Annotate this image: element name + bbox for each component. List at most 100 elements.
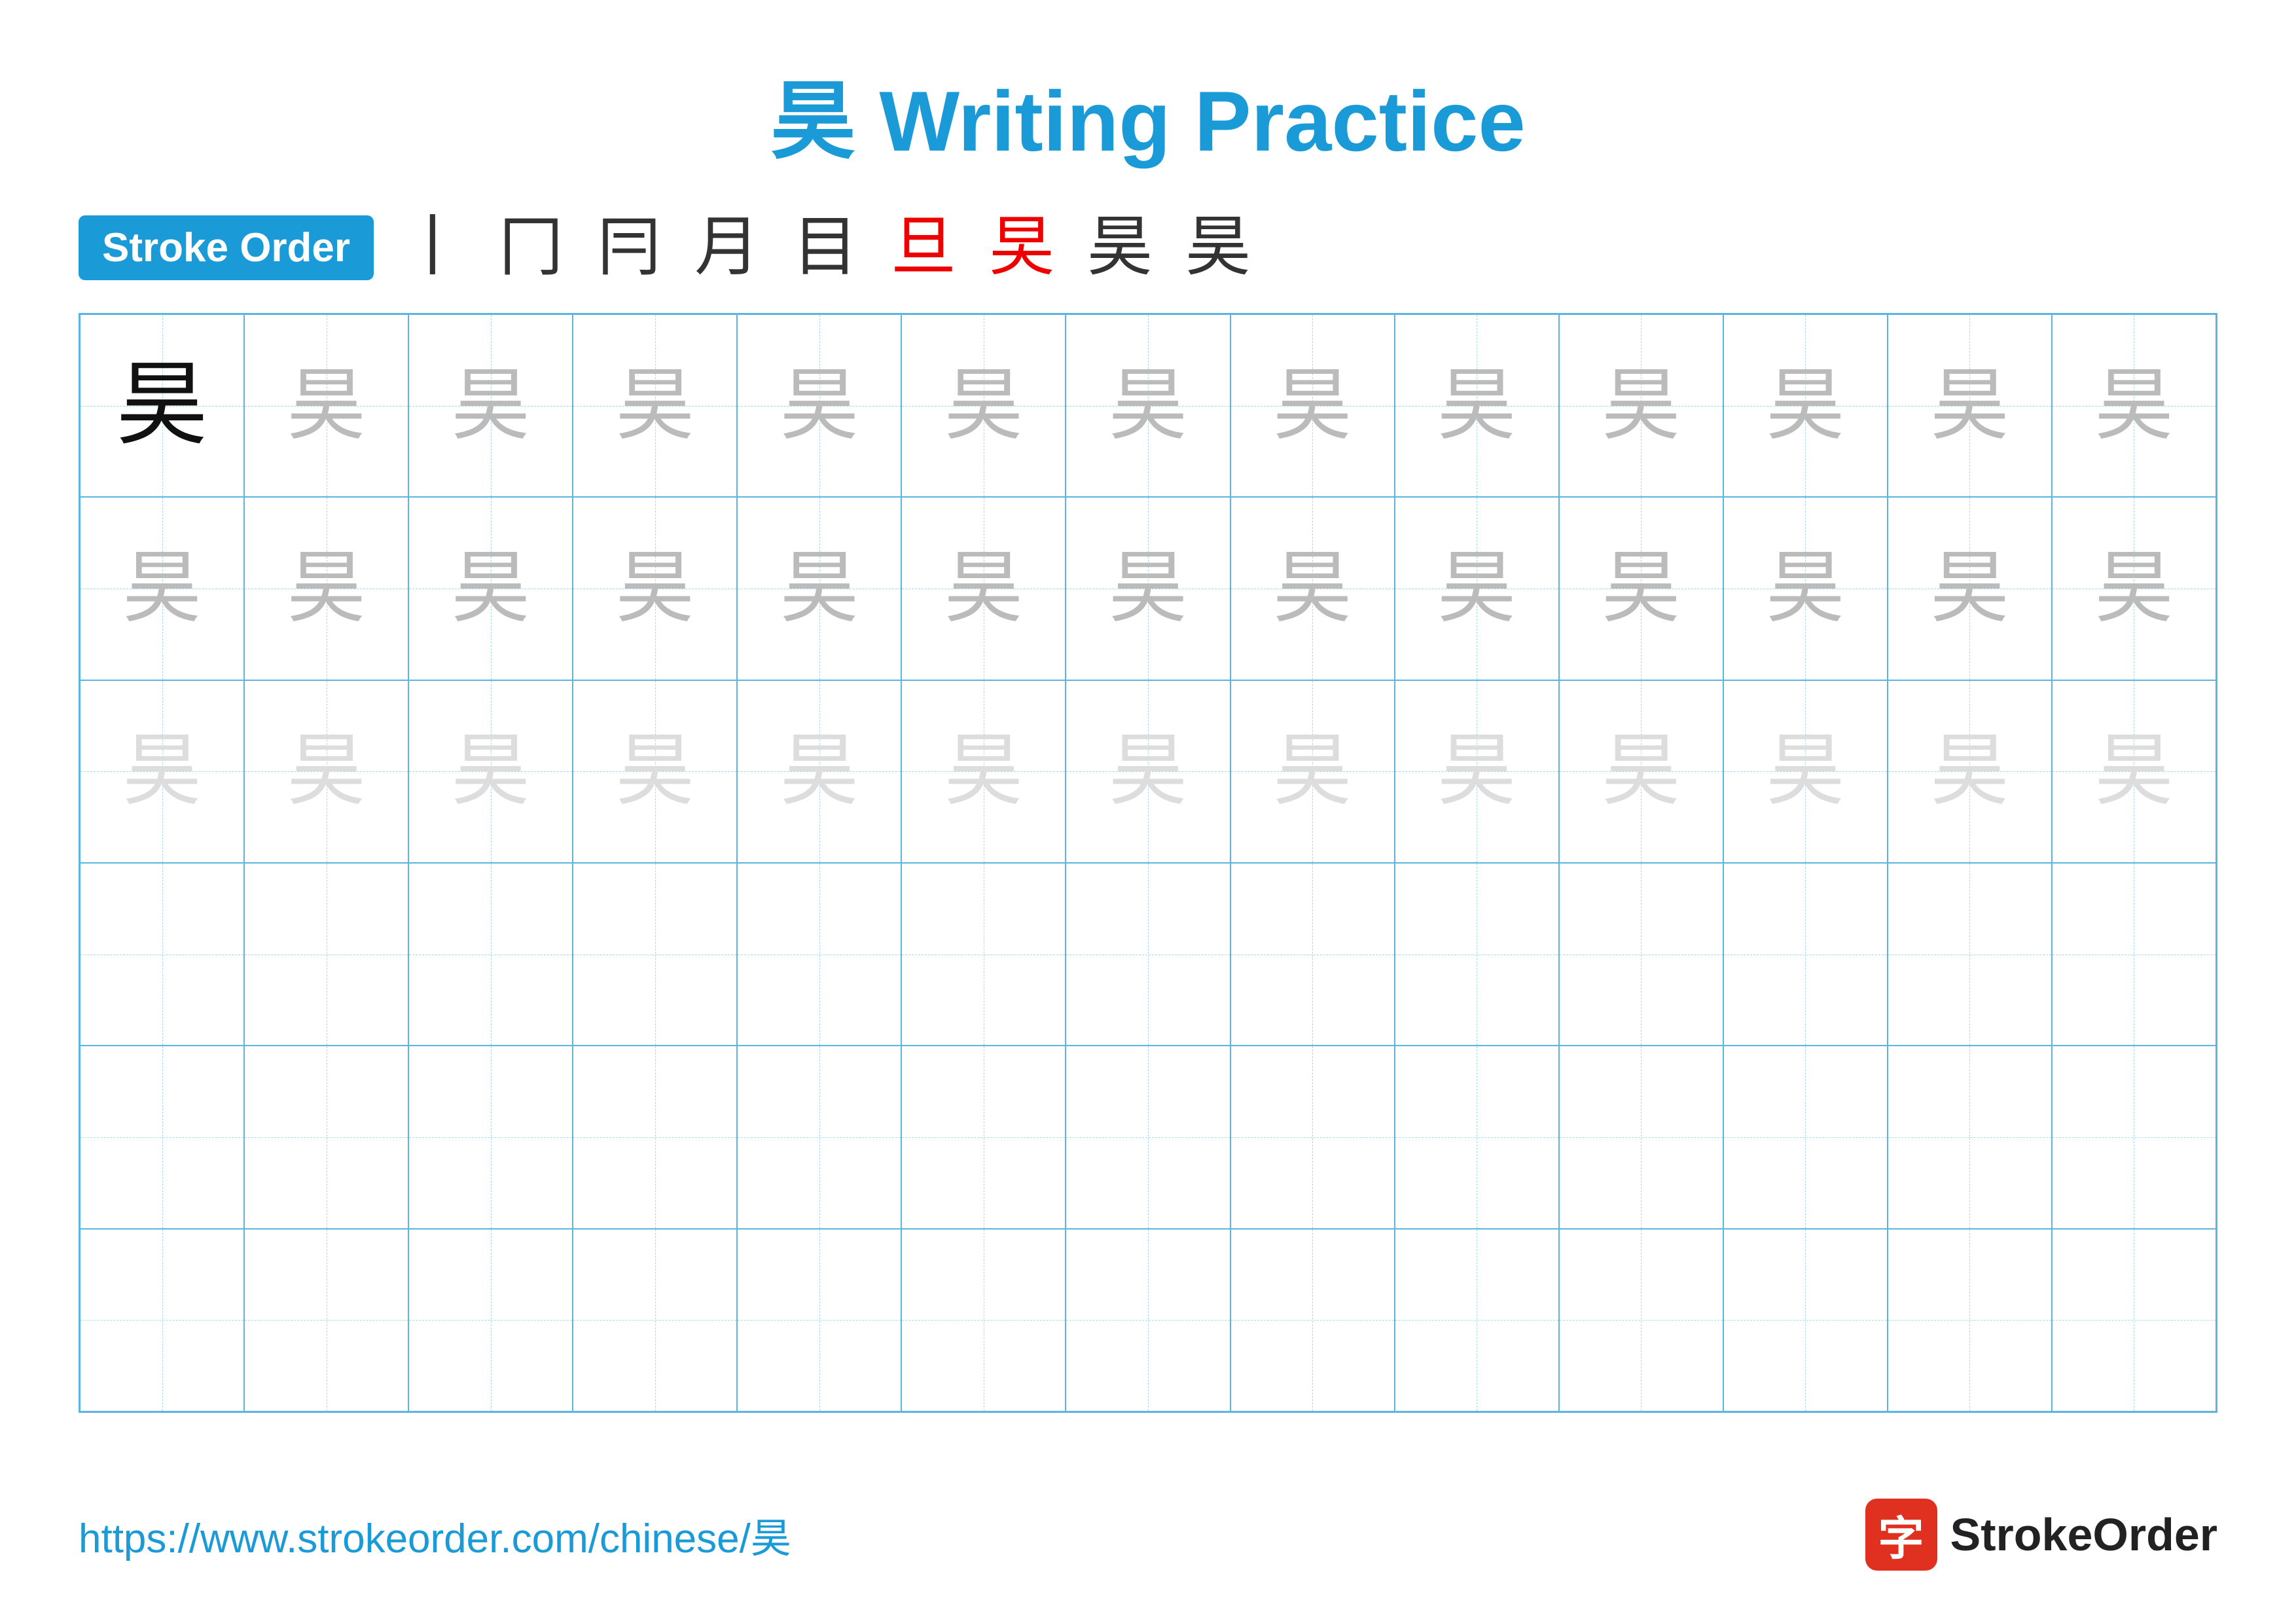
footer-logo: 字 StrokeOrder (1865, 1499, 2217, 1571)
grid-cell[interactable] (2052, 1046, 2216, 1228)
grid-cell[interactable] (408, 863, 573, 1046)
practice-char: 昊 (1766, 732, 1844, 811)
logo-icon: 字 (1865, 1499, 1937, 1571)
grid-cell[interactable]: 昊 (1723, 497, 1888, 680)
grid-cell[interactable]: 昊 (901, 314, 1066, 497)
grid-cell[interactable] (1888, 1046, 2052, 1228)
grid-cell[interactable]: 昊 (408, 314, 573, 497)
grid-cell[interactable]: 昊 (1066, 680, 1230, 863)
practice-char: 昊 (452, 549, 530, 628)
grid-cell[interactable]: 昊 (2052, 314, 2216, 497)
grid-cell[interactable]: 昊 (244, 314, 408, 497)
page-title: 昊 Writing Practice (770, 73, 1525, 169)
practice-char: 昊 (1602, 549, 1680, 628)
grid-cell[interactable] (80, 863, 244, 1046)
grid-cell[interactable]: 昊 (1395, 680, 1559, 863)
grid-cell[interactable]: 昊 (901, 497, 1066, 680)
grid-cell[interactable] (1066, 1046, 1230, 1228)
grid-cell[interactable] (1559, 863, 1723, 1046)
grid-cell[interactable] (1888, 1229, 2052, 1412)
practice-char: 昊 (452, 732, 530, 811)
grid-cell[interactable]: 昊 (573, 680, 737, 863)
practice-char: 昊 (117, 360, 208, 452)
grid-cell[interactable]: 昊 (1230, 680, 1395, 863)
stroke-3: 冃 (596, 215, 662, 280)
grid-cell[interactable]: 昊 (2052, 680, 2216, 863)
grid-cell[interactable] (901, 1046, 1066, 1228)
grid-cell[interactable] (80, 1046, 244, 1228)
grid-cell[interactable]: 昊 (1559, 314, 1723, 497)
grid-cell[interactable] (2052, 1229, 2216, 1412)
grid-cell[interactable]: 昊 (573, 497, 737, 680)
grid-cell[interactable] (1230, 1229, 1395, 1412)
grid-cell[interactable] (1066, 1229, 1230, 1412)
grid-cell[interactable] (1395, 863, 1559, 1046)
grid-cell[interactable] (737, 863, 901, 1046)
grid-cell[interactable] (573, 1229, 737, 1412)
grid-cell[interactable] (2052, 863, 2216, 1046)
grid-cell[interactable] (408, 1046, 573, 1228)
grid-cell[interactable]: 昊 (573, 314, 737, 497)
grid-cell[interactable]: 昊 (1230, 497, 1395, 680)
grid-cell[interactable]: 昊 (1066, 497, 1230, 680)
grid-cell[interactable] (244, 863, 408, 1046)
practice-char: 昊 (1930, 732, 2009, 811)
page: 昊 Writing Practice Stroke Order 丨 冂 冃 月 … (0, 0, 2296, 1623)
grid-cell[interactable] (573, 1046, 737, 1228)
grid-cell[interactable]: 昊 (1559, 680, 1723, 863)
grid-cell[interactable]: 昊 (1888, 314, 2052, 497)
grid-cell[interactable] (1723, 1229, 1888, 1412)
grid-cell[interactable]: 昊 (408, 680, 573, 863)
grid-cell[interactable]: 昊 (1395, 497, 1559, 680)
practice-char: 昊 (287, 732, 366, 811)
grid-cell[interactable]: 昊 (737, 497, 901, 680)
practice-char: 昊 (944, 367, 1023, 445)
grid-cell[interactable]: 昊 (737, 680, 901, 863)
grid-cell[interactable]: 昊 (1723, 314, 1888, 497)
grid-cell[interactable]: 昊 (244, 497, 408, 680)
grid-cell[interactable] (737, 1046, 901, 1228)
grid-cell[interactable] (1230, 863, 1395, 1046)
grid-cell[interactable] (1723, 1046, 1888, 1228)
practice-char: 昊 (1930, 367, 2009, 445)
grid-cell[interactable] (901, 1229, 1066, 1412)
grid-cell[interactable]: 昊 (901, 680, 1066, 863)
grid-cell[interactable] (1395, 1046, 1559, 1228)
logo-char: 字 (1878, 1502, 1924, 1568)
footer-url[interactable]: https://www.strokeorder.com/chinese/昊 (79, 1505, 791, 1564)
grid-cell[interactable] (244, 1046, 408, 1228)
title-area: 昊 Writing Practice (79, 52, 2217, 175)
grid-cell[interactable] (1888, 863, 2052, 1046)
grid-cell[interactable]: 昊 (1559, 497, 1723, 680)
grid-cell[interactable] (1395, 1229, 1559, 1412)
grid-cell[interactable] (901, 863, 1066, 1046)
grid-cell[interactable] (1066, 863, 1230, 1046)
grid-cell[interactable]: 昊 (408, 497, 573, 680)
grid-cell[interactable]: 昊 (1395, 314, 1559, 497)
grid-cell[interactable]: 昊 (2052, 497, 2216, 680)
grid-cell[interactable]: 昊 (1888, 680, 2052, 863)
grid-cell[interactable] (1559, 1229, 1723, 1412)
stroke-order-badge: Stroke Order (79, 215, 374, 280)
grid-cell[interactable] (737, 1229, 901, 1412)
grid-cell[interactable]: 昊 (1230, 314, 1395, 497)
grid-cell[interactable]: 昊 (1888, 497, 2052, 680)
grid-cell[interactable]: 昊 (737, 314, 901, 497)
grid-cell[interactable] (408, 1229, 573, 1412)
grid-cell[interactable] (244, 1229, 408, 1412)
grid-cell[interactable]: 昊 (244, 680, 408, 863)
grid-cell[interactable]: 昊 (80, 314, 244, 497)
grid-cell[interactable] (80, 1229, 244, 1412)
practice-char: 昊 (287, 549, 366, 628)
grid-cell[interactable]: 昊 (80, 680, 244, 863)
grid-cell[interactable] (1230, 1046, 1395, 1228)
grid-cell[interactable]: 昊 (1066, 314, 1230, 497)
stroke-chars: 丨 冂 冃 月 目 旦 旲 昊 昊 (400, 215, 1251, 280)
grid-cell[interactable]: 昊 (1723, 680, 1888, 863)
grid-cell[interactable] (1723, 863, 1888, 1046)
practice-char: 昊 (944, 549, 1023, 628)
grid-cell[interactable] (573, 863, 737, 1046)
grid-cell[interactable]: 昊 (80, 497, 244, 680)
grid-cell[interactable] (1559, 1046, 1723, 1228)
practice-char: 昊 (1930, 549, 2009, 628)
